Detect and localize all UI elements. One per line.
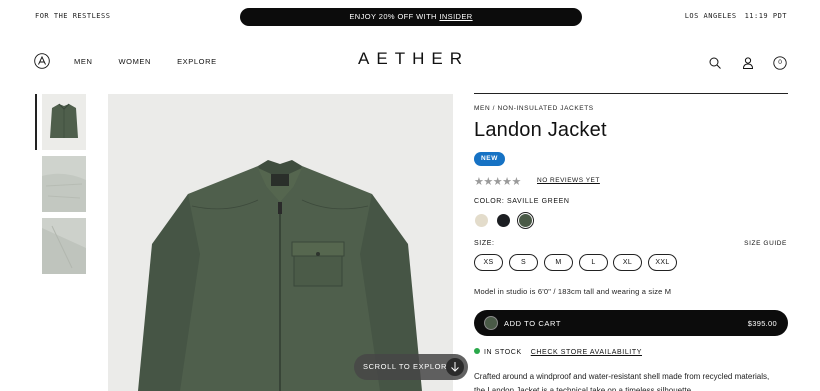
tagline: FOR THE RESTLESS (35, 12, 111, 20)
arrow-down-icon (446, 358, 464, 376)
swatch-cream[interactable] (475, 214, 488, 227)
check-store-link[interactable]: CHECK STORE AVAILABILITY (531, 349, 642, 356)
announcement-bar: FOR THE RESTLESS ENJOY 20% OFF WITH INSI… (0, 0, 820, 34)
in-stock-dot-icon (474, 348, 480, 354)
model-fit-note: Model in studio is 6'0" / 183cm tall and… (474, 287, 672, 296)
promo-banner[interactable]: ENJOY 20% OFF WITH INSIDER (240, 8, 582, 26)
nav-icons: 0 (694, 54, 787, 72)
size-xxl[interactable]: XXL (648, 254, 677, 271)
cart-count: 0 (778, 58, 782, 66)
size-xs[interactable]: XS (474, 254, 503, 271)
scroll-to-explore-button[interactable]: SCROLL TO EXPLORE (354, 354, 468, 380)
location-label: LOS ANGELES (684, 12, 737, 20)
swatch-saville-green[interactable] (519, 214, 532, 227)
location-time: LOS ANGELES 11:19 PDT (685, 12, 787, 20)
product-description: Crafted around a windproof and water-res… (474, 372, 770, 391)
promo-link[interactable]: INSIDER (439, 12, 472, 21)
thumbnail-list (35, 94, 87, 280)
size-xl[interactable]: XL (613, 254, 642, 271)
thumbnail-detail-2[interactable] (42, 218, 86, 274)
size-l[interactable]: L (579, 254, 608, 271)
promo-text: ENJOY 20% OFF WITH (349, 12, 440, 21)
product-image[interactable] (108, 94, 453, 391)
new-badge: NEW (474, 152, 505, 166)
price: $395.00 (747, 319, 777, 328)
scroll-label: SCROLL TO EXPLORE (363, 362, 453, 371)
size-m[interactable]: M (544, 254, 573, 271)
stock-status: IN STOCK CHECK STORE AVAILABILITY (474, 348, 642, 356)
size-guide-link[interactable]: SIZE GUIDE (744, 240, 787, 247)
product-title: Landon Jacket (474, 119, 607, 141)
add-to-cart-label: ADD TO CART (504, 319, 562, 328)
swatch-black[interactable] (497, 214, 510, 227)
breadcrumb[interactable]: MEN / NON-INSULATED JACKETS (474, 105, 594, 112)
details-divider (474, 93, 788, 94)
in-stock-label: IN STOCK (484, 349, 522, 356)
thumbnail-front[interactable] (42, 94, 86, 150)
cart-button[interactable]: 0 (773, 56, 787, 70)
selected-color-dot (484, 316, 498, 330)
reviews-link[interactable]: NO REVIEWS YET (537, 177, 600, 184)
size-s[interactable]: S (509, 254, 538, 271)
rating-stars: ★★★★★ (474, 176, 521, 188)
color-label: COLOR: SAVILLE GREEN (474, 198, 570, 205)
thumbnail-detail-1[interactable] (42, 156, 86, 212)
jacket-illustration (138, 160, 422, 391)
add-to-cart-button[interactable]: ADD TO CART $395.00 (474, 310, 788, 336)
size-label: SIZE: (474, 240, 495, 247)
account-icon[interactable] (741, 56, 755, 70)
search-icon[interactable] (708, 56, 722, 70)
time-label: 11:19 PDT (744, 12, 787, 20)
